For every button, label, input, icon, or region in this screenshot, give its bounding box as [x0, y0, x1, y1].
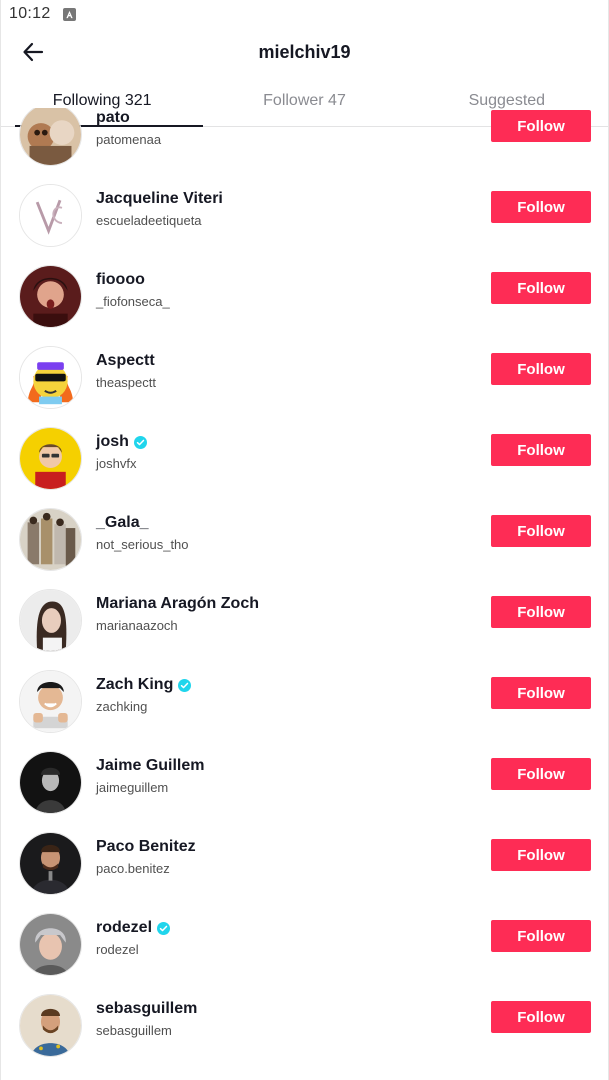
user-handle: zachking — [96, 699, 148, 714]
back-button[interactable] — [19, 38, 47, 66]
user-handle: not_serious_tho — [96, 537, 189, 552]
list-item[interactable]: Aspectt theaspectt Follow — [1, 339, 608, 420]
avatar[interactable] — [19, 108, 82, 166]
follow-button[interactable]: Follow — [491, 1001, 591, 1033]
arrow-left-icon — [23, 42, 44, 62]
avatar[interactable] — [19, 508, 82, 571]
avatar[interactable] — [19, 751, 82, 814]
user-handle: rodezel — [96, 942, 139, 957]
user-name: Jaime Guillem — [96, 757, 205, 774]
list-item[interactable]: josh joshvfx Follow — [1, 420, 608, 501]
follow-button[interactable]: Follow — [491, 920, 591, 952]
list-item[interactable]: rodezel rodezel Follow — [1, 906, 608, 987]
avatar[interactable] — [19, 427, 82, 490]
user-handle: escueladeetiqueta — [96, 213, 202, 228]
list-item[interactable]: _Gala_ not_serious_tho Follow — [1, 501, 608, 582]
avatar[interactable] — [19, 670, 82, 733]
user-name: sebasguillem — [96, 1000, 198, 1017]
list-item[interactable]: pato patomenaa Follow — [1, 108, 608, 177]
verified-badge-icon — [178, 678, 192, 692]
avatar[interactable] — [19, 184, 82, 247]
user-handle: jaimeguillem — [96, 780, 169, 795]
follow-button[interactable]: Follow — [491, 839, 591, 871]
user-name: pato — [96, 109, 130, 126]
user-name: Aspectt — [96, 352, 155, 369]
following-list: pato patomenaa Follow Jacqueline Viteri … — [1, 108, 608, 1080]
status-bar: 10:12 — [1, 0, 608, 28]
list-item[interactable]: Zach King zachking Follow — [1, 663, 608, 744]
list-item[interactable]: Mariana Aragón Zoch marianaazoch Follow — [1, 582, 608, 663]
user-handle: theaspectt — [96, 375, 156, 390]
user-handle: sebasguillem — [96, 1023, 172, 1038]
user-name: Zach King — [96, 676, 174, 693]
user-handle: _fiofonseca_ — [96, 294, 170, 309]
follow-button[interactable]: Follow — [491, 353, 591, 385]
follow-button[interactable]: Follow — [491, 191, 591, 223]
header: mielchiv19 — [1, 28, 608, 76]
follow-button[interactable]: Follow — [491, 758, 591, 790]
verified-badge-icon — [157, 921, 171, 935]
user-handle: joshvfx — [96, 456, 137, 471]
user-handle: marianaazoch — [96, 618, 178, 633]
avatar[interactable] — [19, 832, 82, 895]
user-name: Paco Benitez — [96, 838, 196, 855]
list-item[interactable]: Jaime Guillem jaimeguillem Follow — [1, 744, 608, 825]
app-window: 10:12 mielchiv19 Following 321 Follower … — [0, 0, 609, 1080]
list-item[interactable]: Paco Benitez paco.benitez Follow — [1, 825, 608, 906]
avatar[interactable] — [19, 265, 82, 328]
list-item[interactable]: Jacqueline Viteri escueladeetiqueta Foll… — [1, 177, 608, 258]
verified-badge-icon — [133, 435, 147, 449]
follow-button[interactable]: Follow — [491, 515, 591, 547]
status-time: 10:12 — [9, 5, 51, 22]
user-name: josh — [96, 433, 129, 450]
avatar[interactable] — [19, 346, 82, 409]
user-handle: patomenaa — [96, 132, 162, 147]
list-item[interactable]: sebasguillem sebasguillem Follow — [1, 987, 608, 1068]
avatar[interactable] — [19, 994, 82, 1057]
user-name: rodezel — [96, 919, 153, 936]
user-name: Mariana Aragón Zoch — [96, 595, 259, 612]
notification-a-icon — [62, 7, 76, 21]
avatar[interactable] — [19, 913, 82, 976]
user-name: Jacqueline Viteri — [96, 190, 223, 207]
follow-button[interactable]: Follow — [491, 434, 591, 466]
follow-button[interactable]: Follow — [491, 677, 591, 709]
user-handle: paco.benitez — [96, 861, 170, 876]
user-name: _Gala_ — [96, 514, 149, 531]
user-name: fioooo — [96, 271, 145, 288]
avatar[interactable] — [19, 589, 82, 652]
follow-button[interactable]: Follow — [491, 110, 591, 142]
follow-button[interactable]: Follow — [491, 596, 591, 628]
page-title: mielchiv19 — [258, 41, 351, 62]
follow-button[interactable]: Follow — [491, 272, 591, 304]
list-item[interactable]: fioooo _fiofonseca_ Follow — [1, 258, 608, 339]
